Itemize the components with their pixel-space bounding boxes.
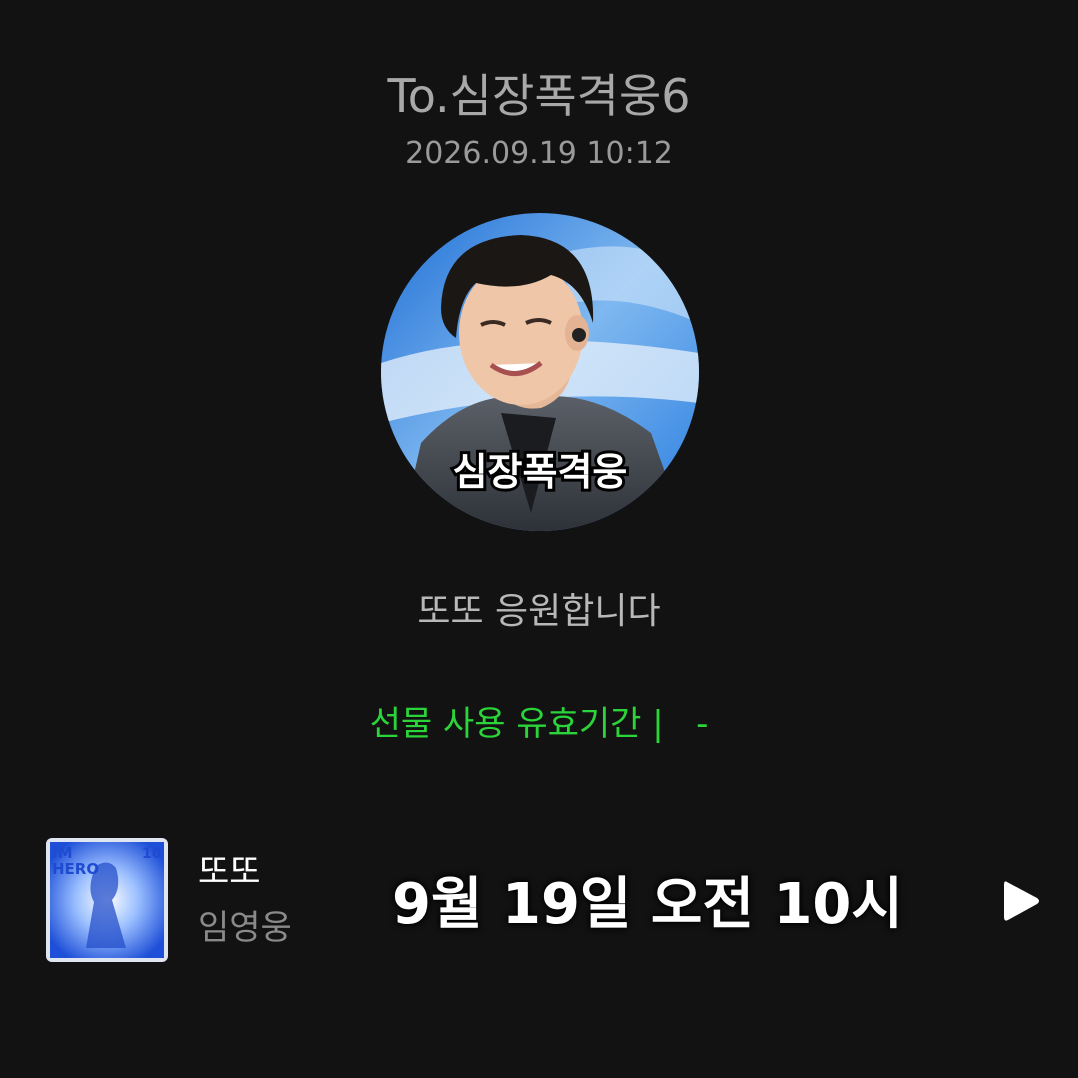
album-text-number: 10	[142, 846, 162, 862]
play-button[interactable]	[996, 876, 1046, 926]
gift-validity: 선물 사용 유효기간 | -	[0, 700, 1078, 748]
track-artist: 임영웅	[198, 908, 292, 948]
album-cover-image: IM HERO 10	[46, 838, 168, 962]
overlay-caption: 9월 19일 오전 10시	[392, 872, 903, 937]
avatar-overlay-text: 심장폭격웅	[453, 450, 628, 494]
play-icon	[1004, 881, 1039, 921]
gift-validity-value: -	[696, 704, 709, 744]
recipient-title: To.심장폭격웅6	[387, 69, 691, 123]
sent-timestamp: 2026.09.19 10:12	[405, 136, 673, 171]
gift-message-screen: To.심장폭격웅6 2026.09.19 10:12 심장폭격웅 또또 응원합니…	[0, 0, 1078, 1078]
album-text-hero: HERO	[52, 860, 99, 878]
album-art[interactable]: IM HERO 10	[46, 838, 168, 962]
gift-message: 또또 응원합니다	[417, 591, 661, 632]
track-title: 또또	[198, 852, 261, 892]
avatar[interactable]: 심장폭격웅	[381, 213, 699, 531]
avatar-photo: 심장폭격웅	[381, 213, 699, 531]
gift-validity-label: 선물 사용 유효기간 |	[369, 704, 664, 744]
